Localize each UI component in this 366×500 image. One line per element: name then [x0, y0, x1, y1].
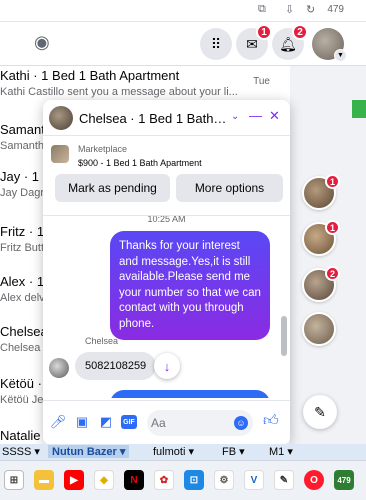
scrollbar-thumb[interactable] — [281, 316, 287, 356]
more-options-button[interactable]: More options — [176, 174, 283, 202]
chat-head[interactable]: 1 — [302, 220, 340, 256]
opera-icon[interactable]: O — [304, 470, 324, 490]
sticker-icon[interactable]: ◩ — [97, 413, 115, 431]
green-edge-marker — [352, 100, 366, 118]
store-icon[interactable]: ⊡ — [184, 470, 204, 490]
chat-head[interactable] — [302, 312, 336, 346]
compose-icon: ✎ — [314, 403, 326, 420]
pen-icon[interactable]: ✎ — [274, 470, 294, 490]
incoming-message[interactable]: 5082108259 — [75, 352, 157, 380]
new-message-button[interactable]: ✎ — [303, 395, 337, 429]
listing-thumbnail[interactable] — [51, 145, 69, 163]
conversation-name: Kathi · 1 Bed 1 Bath Apartment — [0, 68, 180, 83]
gif-icon[interactable]: GIF — [121, 415, 137, 429]
browser-toolbar: ⧉ ⇩ ↻ 479 — [0, 0, 366, 22]
groups-icon[interactable]: ◉ — [34, 32, 50, 53]
scroll-to-bottom-button[interactable]: ↓ — [154, 353, 180, 379]
message-thread: 10:25 AM Thanks for your interest and me… — [43, 216, 290, 398]
conversation-name: Këtöü · — [0, 376, 42, 391]
extensions-icon[interactable]: ⇩ — [285, 3, 294, 16]
messenger-button[interactable]: ✉ 1 — [236, 24, 272, 60]
listing-info[interactable]: $900 - 1 Bed 1 Bath Apartment — [78, 158, 202, 168]
conversation-name: Natalie — [0, 428, 41, 443]
netflix-icon[interactable]: N — [124, 470, 144, 490]
conversation-snippet: Këtöü Je — [0, 394, 44, 406]
chat-title[interactable]: Chelsea · 1 Bed 1 Bath Apa... — [79, 111, 229, 126]
conversation-name: Samant — [0, 122, 45, 137]
chat-avatar[interactable] — [49, 106, 73, 130]
conversation-snippet: Samanth — [0, 140, 45, 152]
photo-icon[interactable]: ▣ — [73, 413, 91, 431]
emoji-icon[interactable]: ☺ — [234, 416, 248, 430]
profile-avatar[interactable]: ▼ — [312, 28, 347, 62]
notifications-badge: 2 — [292, 24, 308, 40]
chat-head-badge: 1 — [325, 174, 340, 189]
marketplace-label: Marketplace — [78, 144, 128, 154]
bookmarks-bar: SSSS ▾ Nutun Bazer ▾ fulmoti ▾ FB ▾ M1 ▾ — [0, 444, 366, 460]
bookmark-fulmoti[interactable]: fulmoti ▾ — [153, 445, 194, 458]
conversation-snippet: Chelsea ( — [0, 342, 48, 354]
chat-head[interactable]: 1 — [302, 174, 340, 210]
arrow-down-icon: ↓ — [163, 358, 171, 374]
messenger-badge: 1 — [256, 24, 272, 40]
bookmark-m1[interactable]: M1 ▾ — [269, 445, 293, 458]
conversation-snippet: Jay Dagr — [0, 187, 45, 199]
microphone-icon[interactable]: 🎤︎ — [49, 413, 67, 431]
sender-avatar[interactable] — [49, 358, 69, 378]
outgoing-message[interactable]: Thanks for your interest and message.Yes… — [110, 231, 270, 340]
conversation-snippet: Fritz Butt — [0, 242, 45, 254]
conversation-name: Jay · 1 — [0, 169, 40, 184]
minimize-icon[interactable]: — — [249, 108, 262, 123]
conversation-name: Fritz · 1 — [0, 224, 45, 239]
conversation-snippet: Alex delv — [0, 292, 45, 304]
facebook-header: ◉ ⠿ ✉ 1 🔔︎ 2 ▼ — [0, 22, 366, 66]
messenger-icon: ✉ — [246, 35, 258, 52]
taskbar: ⊞ ▬ ▶ ◆ N ✿ ⊡ ⚙ V ✎ O 479 — [0, 460, 366, 500]
menu-button[interactable]: ⠿ — [200, 28, 232, 60]
conversation-time: Tue — [253, 76, 270, 87]
game-icon[interactable]: ◆ — [94, 470, 114, 490]
app-icon[interactable]: ✿ — [154, 470, 174, 490]
chat-head[interactable]: 2 — [302, 266, 340, 302]
grid-menu-icon: ⠿ — [210, 35, 222, 52]
close-icon[interactable]: ✕ — [269, 108, 280, 124]
conversation-snippet: Kathi Castillo sent you a message about … — [0, 86, 238, 98]
tab-count[interactable]: 479 — [327, 4, 344, 15]
youtube-icon[interactable]: ▶ — [64, 470, 84, 490]
chat-head-badge: 1 — [325, 220, 340, 235]
conversation-name: Alex · 1 — [0, 274, 45, 289]
vpn-icon[interactable]: V — [244, 470, 264, 490]
bookmark-fb[interactable]: FB ▾ — [222, 445, 245, 458]
chat-window: Chelsea · 1 Bed 1 Bath Apa... ⌄ — ✕ Mark… — [43, 100, 290, 445]
chat-scrollbar[interactable] — [281, 216, 287, 398]
conversation-name: Chelsea — [0, 324, 48, 339]
bookmark-nutun-bazer[interactable]: Nutun Bazer ▾ — [48, 445, 130, 458]
notifications-button[interactable]: 🔔︎ 2 — [272, 24, 308, 60]
bookmark-ssss[interactable]: SSSS ▾ — [2, 445, 40, 458]
settings-icon[interactable]: ⚙ — [214, 470, 234, 490]
sender-name: Chelsea — [85, 336, 119, 346]
folder-icon[interactable]: ▬ — [34, 470, 54, 490]
chevron-down-icon[interactable]: ⌄ — [231, 111, 239, 122]
message-composer: 🎤︎ ▣ ◩ GIF ☺ 👍︎ — [43, 400, 290, 445]
screenshot-icon[interactable]: ⧉ — [258, 3, 266, 16]
chevron-down-icon: ▼ — [334, 49, 347, 62]
like-icon[interactable]: 👍︎ — [263, 412, 279, 430]
marketplace-banner: Marketplace $900 - 1 Bed 1 Bath Apartmen… — [43, 136, 290, 216]
message-timestamp: 10:25 AM — [147, 216, 186, 224]
chat-head-badge: 2 — [325, 266, 340, 281]
chrome-profile-icon[interactable]: 479 — [334, 470, 354, 490]
chat-header[interactable]: Chelsea · 1 Bed 1 Bath Apa... ⌄ — ✕ — [43, 100, 290, 136]
start-icon[interactable]: ⊞ — [4, 470, 24, 490]
tab-search-icon[interactable]: ↻ — [306, 3, 315, 16]
outgoing-message[interactable]: We will contact with you — [110, 390, 270, 398]
mark-as-pending-button[interactable]: Mark as pending — [55, 174, 170, 202]
